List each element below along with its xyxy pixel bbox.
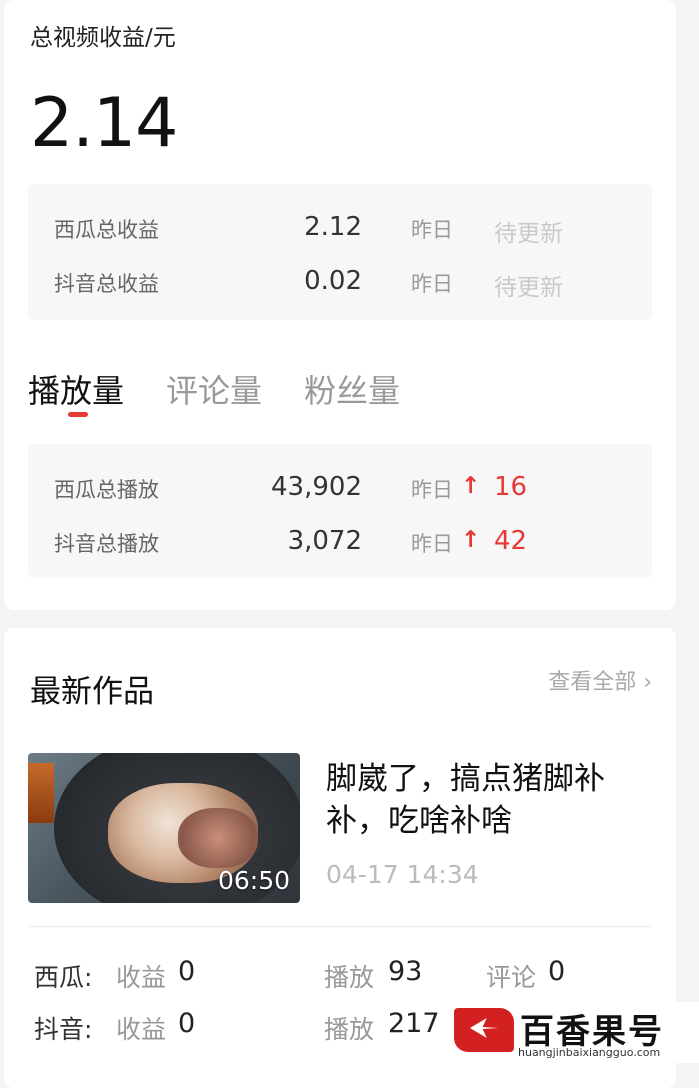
play-label: 播放	[324, 963, 375, 992]
income-label: 抖音总收益	[54, 272, 159, 296]
yesterday-label: 昨日	[411, 218, 453, 242]
watermark-url: huangjinbaixiangguo.com	[518, 1046, 661, 1059]
plays-row-douyin: 抖音总播放 3,072 昨日 ↑ 42	[28, 522, 652, 562]
watermark: 百香果号 huangjinbaixiangguo.com	[450, 1002, 699, 1063]
video-thumbnail[interactable]: 06:50	[28, 753, 300, 903]
video-timestamp: 04-17 14:34	[326, 860, 479, 889]
tab-followers[interactable]: 粉丝量	[304, 366, 400, 412]
brand-logo-icon	[454, 1008, 514, 1052]
thumbnail-jar	[28, 763, 54, 823]
plays-row-xigua: 西瓜总播放 43,902 昨日 ↑ 16	[28, 468, 652, 508]
yesterday-pending: 待更新	[494, 221, 563, 247]
yesterday-pending: 待更新	[494, 275, 563, 301]
play-label: 播放	[324, 1015, 375, 1044]
income-value: 0	[178, 1008, 196, 1039]
income-row-xigua: 西瓜总收益 2.12 昨日 待更新	[28, 208, 652, 248]
plays-delta: 16	[494, 472, 528, 502]
income-row-douyin: 抖音总收益 0.02 昨日 待更新	[28, 262, 652, 302]
platform-label: 抖音:	[34, 1015, 93, 1044]
plays-breakdown: 西瓜总播放 43,902 昨日 ↑ 16 抖音总播放 3,072 昨日 ↑ 42	[28, 444, 652, 578]
income-breakdown: 西瓜总收益 2.12 昨日 待更新 抖音总收益 0.02 昨日 待更新	[28, 184, 652, 320]
divider	[28, 926, 652, 927]
income-value: 0.02	[304, 266, 362, 296]
yesterday-label: 昨日	[411, 272, 453, 296]
tab-comments[interactable]: 评论量	[166, 366, 262, 412]
comment-value: 0	[548, 956, 566, 987]
plays-value: 3,072	[287, 526, 362, 556]
plays-value: 43,902	[271, 472, 362, 502]
arrow-up-icon: ↑	[461, 473, 481, 499]
play-value: 217	[388, 1008, 440, 1039]
see-all-link[interactable]: 查看全部 ›	[548, 664, 652, 696]
total-earnings-value: 2.14	[30, 84, 178, 163]
active-tab-indicator	[68, 412, 88, 417]
thumbnail-food-detail	[178, 808, 258, 868]
total-earnings-label: 总视频收益/元	[30, 25, 176, 51]
yesterday-label: 昨日	[411, 478, 453, 502]
plays-delta: 42	[494, 526, 528, 556]
plays-label: 西瓜总播放	[54, 478, 159, 502]
latest-works-title: 最新作品	[30, 674, 154, 710]
earnings-card: 总视频收益/元 2.14 西瓜总收益 2.12 昨日 待更新 抖音总收益 0.0…	[4, 0, 676, 610]
income-label: 西瓜总收益	[54, 218, 159, 242]
plays-label: 抖音总播放	[54, 532, 159, 556]
tab-plays[interactable]: 播放量	[28, 366, 124, 412]
income-label: 收益	[116, 1015, 167, 1044]
platform-label: 西瓜:	[34, 963, 93, 992]
video-title[interactable]: 脚崴了，搞点猪脚补补，吃啥补啥	[326, 758, 656, 842]
comment-label: 评论	[486, 963, 537, 992]
income-value: 2.12	[304, 212, 362, 242]
metrics-row-xigua: 西瓜: 收益 0 播放 93 评论 0	[4, 954, 676, 994]
income-value: 0	[178, 956, 196, 987]
play-value: 93	[388, 956, 423, 987]
income-label: 收益	[116, 963, 167, 992]
metric-tabs: 播放量 评论量 粉丝量	[28, 366, 648, 426]
video-duration: 06:50	[217, 866, 290, 895]
arrow-up-icon: ↑	[461, 527, 481, 553]
yesterday-label: 昨日	[411, 532, 453, 556]
